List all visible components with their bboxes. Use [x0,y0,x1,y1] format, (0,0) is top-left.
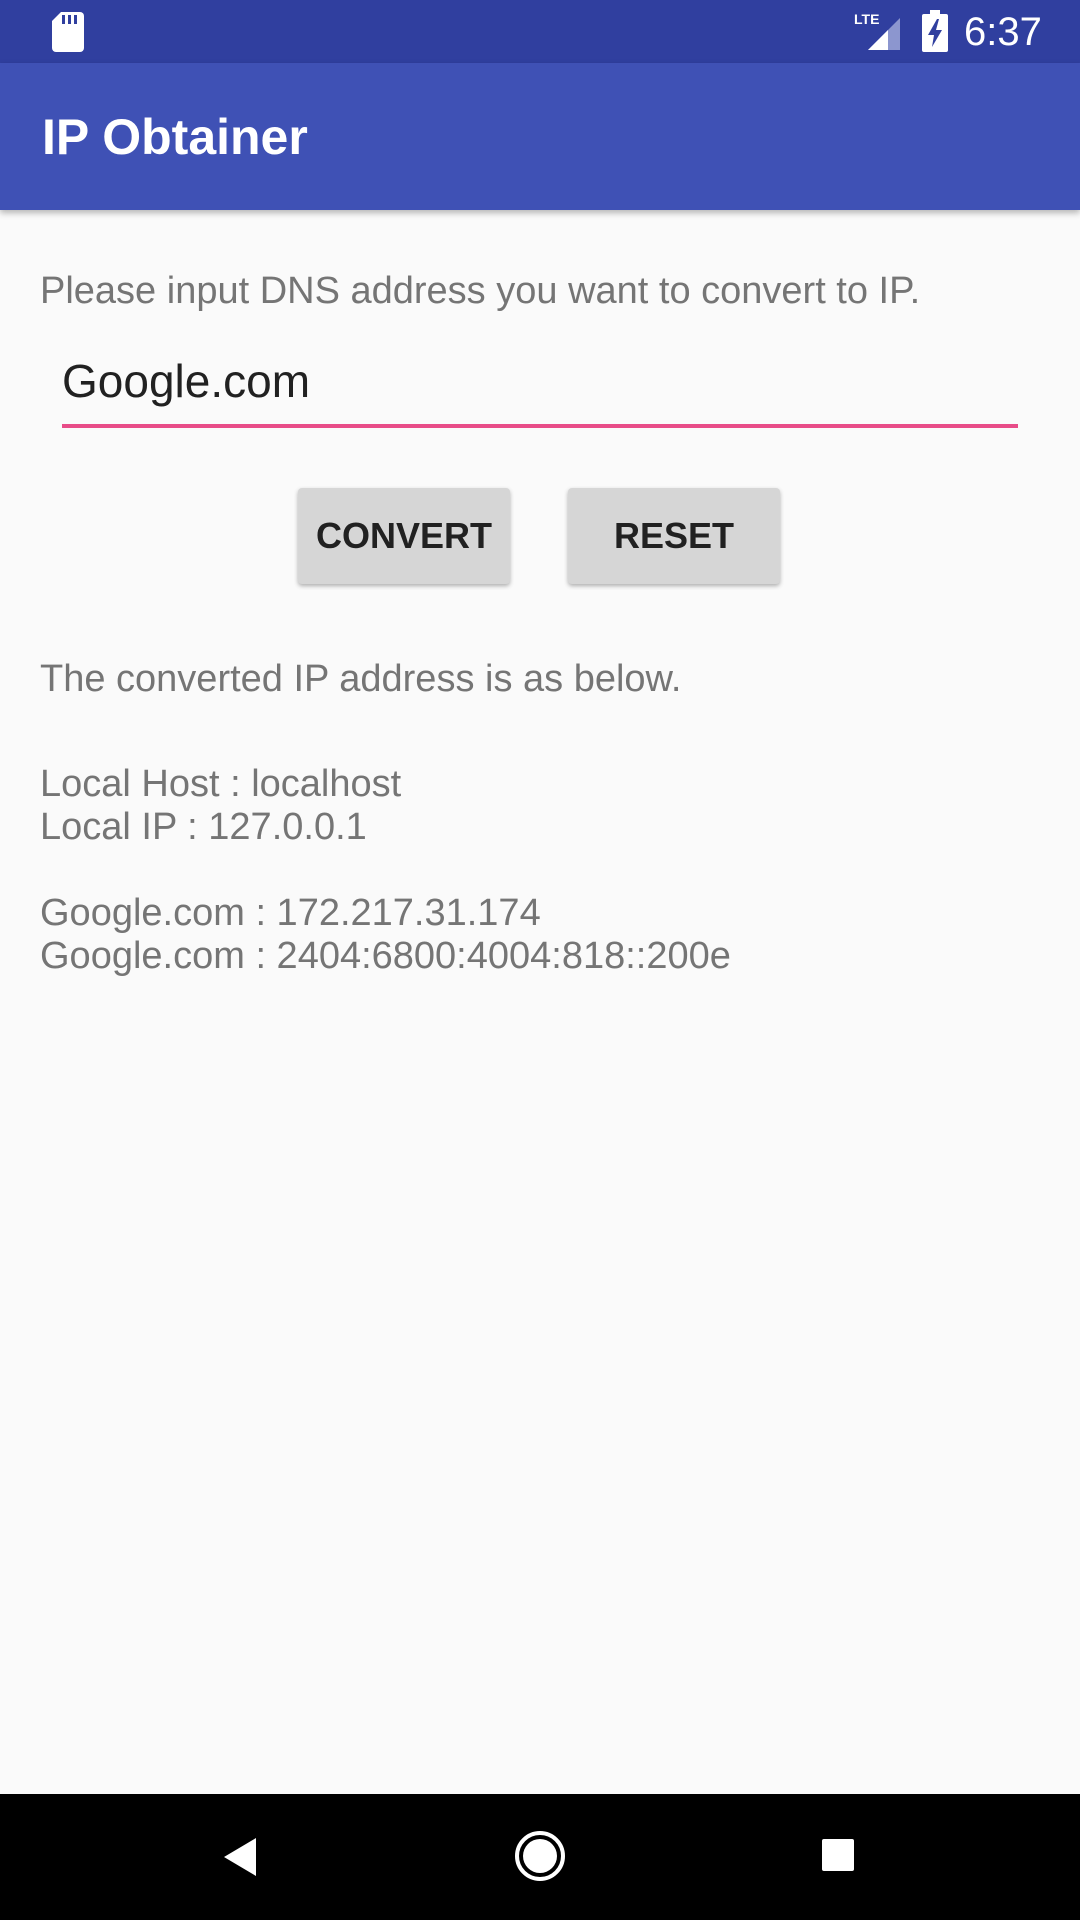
dns-input[interactable] [62,348,1016,414]
ipv4-result-text: Google.com : 172.217.31.174 [40,892,541,934]
google-result-block: Google.com : 172.217.31.174 Google.com :… [40,892,731,978]
home-icon[interactable] [514,1830,566,1882]
local-result-block: Local Host : localhost Local IP : 127.0.… [40,763,401,849]
status-bar: LTE 6:37 [0,0,1080,63]
ipv6-result-text: Google.com : 2404:6800:4004:818::200e [40,935,731,977]
status-time: 6:37 [964,10,1042,54]
lte-signal-icon: LTE [854,11,900,50]
app-title: IP Obtainer [42,109,308,165]
dns-prompt-label: Please input DNS address you want to con… [40,270,921,312]
result-heading: The converted IP address is as below. [40,658,682,700]
lte-label: LTE [854,11,879,27]
recents-icon[interactable] [821,1838,855,1872]
reset-button[interactable]: RESET [568,488,780,584]
navigation-bar [0,1794,1080,1920]
local-ip-text: Local IP : 127.0.0.1 [40,806,367,848]
battery-charging-icon [922,10,948,52]
sd-card-icon [52,12,84,52]
convert-button[interactable]: CONVERT [298,488,510,584]
back-icon[interactable] [222,1836,258,1878]
input-underline [62,424,1018,428]
local-host-text: Local Host : localhost [40,763,402,805]
app-bar: IP Obtainer [0,63,1080,210]
